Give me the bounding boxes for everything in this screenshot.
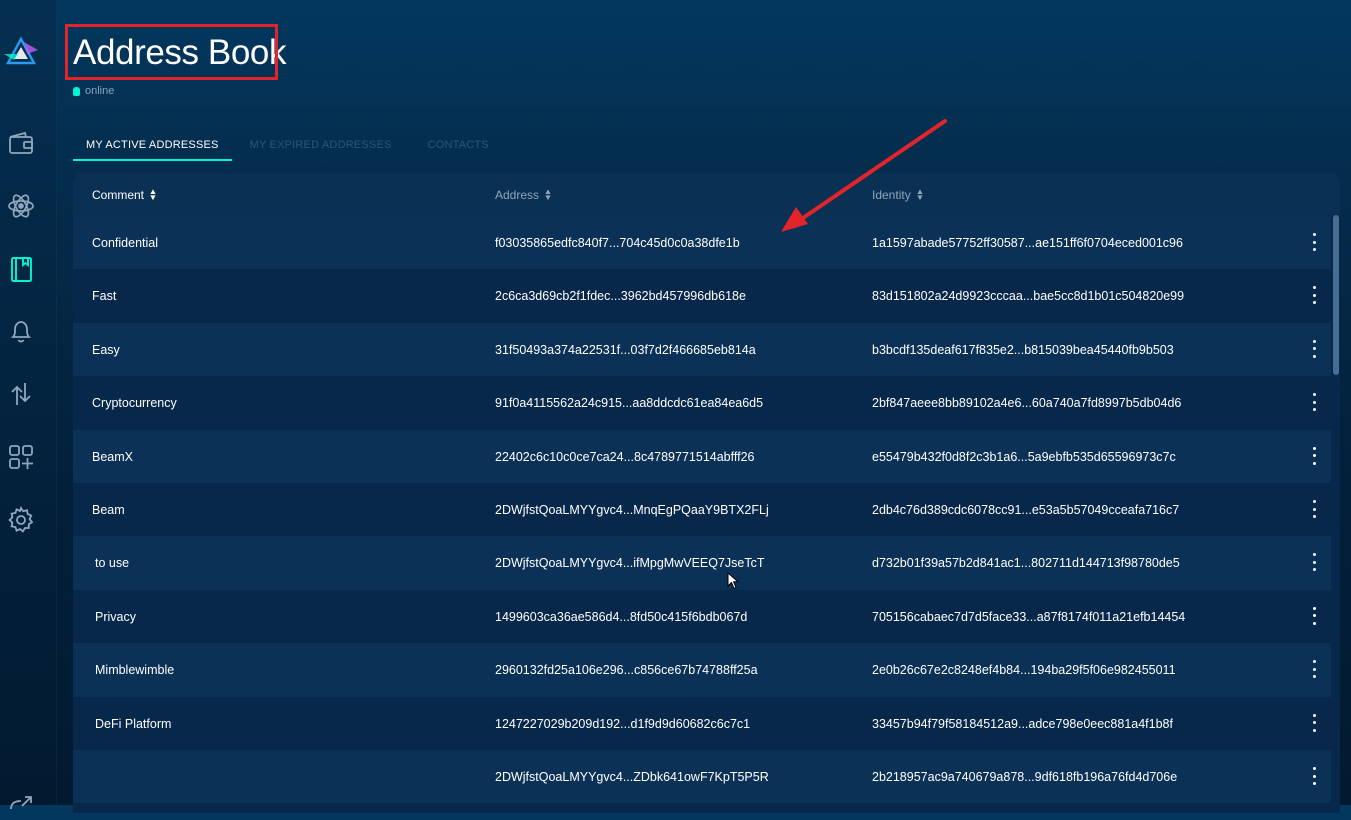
cell-address: 1247227029b209d192...d1f9d9d60682c6c7c1 <box>495 716 751 731</box>
cell-address: 2DWjfstQoaLMYYgvc4...ZDbk641owF7KpT5P5R <box>495 770 769 784</box>
transfer-arrows-icon[interactable] <box>6 379 36 409</box>
beam-logo-icon[interactable] <box>4 36 38 66</box>
cell-comment: Beam <box>92 503 125 517</box>
column-header-label: Address <box>495 188 540 202</box>
cell-address: 91f0a4115562a24c915...aa8ddcdc61ea84ea6d… <box>495 396 764 411</box>
address-book-icon[interactable] <box>6 254 36 284</box>
sidebar <box>0 0 57 810</box>
row-menu-icon[interactable] <box>1308 713 1320 732</box>
connection-status: online <box>73 85 114 97</box>
external-link-icon[interactable] <box>6 790 36 820</box>
cell-identity: 705156cabaec7d7d5face33...a87f8174f011a2… <box>872 609 1186 624</box>
row-menu-icon[interactable] <box>1308 339 1320 358</box>
table-row[interactable]: Fast 2c6ca3d69cb2f1fdec...3962bd457996db… <box>73 269 1331 323</box>
cell-comment: Fast <box>92 289 117 304</box>
row-menu-icon[interactable] <box>1308 767 1320 785</box>
cell-identity: 2db4c76d389cdc6078cc91...e53a5b57049ccea… <box>872 503 1180 517</box>
cell-address: 1499603ca36ae586d4...8fd50c415f6bdb067d <box>495 609 748 624</box>
cell-comment: Privacy <box>95 609 136 624</box>
sort-icon: ▲ ▼ <box>148 187 158 202</box>
row-menu-icon[interactable] <box>1308 500 1320 518</box>
sort-icon: ▲ ▼ <box>543 187 553 202</box>
bell-icon[interactable] <box>6 316 36 346</box>
row-menu-icon[interactable] <box>1308 393 1320 412</box>
address-table: Comment ▲ ▼ Address ▲ ▼ Identity ▲ ▼ Confid… <box>73 173 1340 813</box>
row-menu-icon[interactable] <box>1308 233 1320 251</box>
cell-comment: Easy <box>92 342 120 357</box>
row-menu-icon[interactable] <box>1308 553 1320 572</box>
cell-identity: 33457b94f79f58184512a9...adce798e0eec881… <box>872 716 1173 731</box>
cell-identity: 83d151802a24d9923cccaa...bae5cc8d1b01c50… <box>872 289 1185 304</box>
table-header: Comment ▲ ▼ Address ▲ ▼ Identity ▲ ▼ <box>73 173 1340 216</box>
table-row[interactable]: BeamX 22402c6c10c0ce7ca24...8c4789771514… <box>73 429 1331 483</box>
table-row[interactable]: 2DWjfstQoaLMYYgvc4...ZDbk641owF7KpT5P5R … <box>73 750 1331 804</box>
tab-contacts[interactable]: CONTACTS <box>410 139 507 159</box>
apps-add-icon[interactable] <box>6 442 36 472</box>
cell-comment: Mimblewimble <box>95 663 175 678</box>
cell-comment: BeamX <box>92 449 133 464</box>
wallet-icon[interactable] <box>6 128 36 158</box>
mouse-cursor-icon <box>727 572 739 590</box>
cell-identity: b3bcdf135deaf617f835e2...b815039bea45440… <box>872 342 1174 357</box>
cell-identity: 2e0b26c67e2c8248ef4b84...194ba29f5f06e98… <box>872 663 1176 678</box>
cell-address: 22402c6c10c0ce7ca24...8c4789771514abfff2… <box>495 449 755 464</box>
table-row[interactable]: DeFi Platform 1247227029b209d192...d1f9d… <box>73 696 1331 750</box>
row-menu-icon[interactable] <box>1308 286 1320 305</box>
cell-address: 31f50493a374a22531f...03f7d2f466685eb814… <box>495 342 756 357</box>
title-annotation-box <box>65 24 278 80</box>
cell-address: 2DWjfstQoaLMYYgvc4...ifMpgMwVEEQ7JseTcT <box>495 556 765 571</box>
sort-icon: ▲ ▼ <box>915 187 925 202</box>
tab-my-expired-addresses[interactable]: MY EXPIRED ADDRESSES <box>232 139 410 159</box>
cell-comment: to use <box>95 556 130 571</box>
table-row[interactable]: Cryptocurrency 91f0a4115562a24c915...aa8… <box>73 376 1331 430</box>
cell-address: f03035865edfc840f7...704c45d0c0a38dfe1b <box>495 236 740 250</box>
cell-comment: DeFi Platform <box>95 716 172 731</box>
tab-bar: MY ACTIVE ADDRESSES MY EXPIRED ADDRESSES… <box>73 139 507 161</box>
row-menu-icon[interactable] <box>1308 606 1320 625</box>
table-row[interactable]: Privacy 1499603ca36ae586d4...8fd50c415f6… <box>73 589 1331 644</box>
row-menu-icon[interactable] <box>1308 446 1320 465</box>
table-row[interactable]: Mimblewimble 2960132fd25a106e296...c856c… <box>73 643 1331 697</box>
table-scrollbar[interactable] <box>1333 215 1339 375</box>
cell-identity: 2b218957ac9a740679a878...9df618fb196a76f… <box>872 770 1178 784</box>
status-text: online <box>85 85 115 97</box>
cell-address: 2DWjfstQoaLMYYgvc4...MnqEgPQaaY9BTX2FLj <box>495 503 769 517</box>
cell-comment: Confidential <box>92 236 159 250</box>
cell-identity: 2bf847aeee8bb89102a4e6...60a740a7fd8997b… <box>872 396 1182 411</box>
table-row[interactable]: to use 2DWjfstQoaLMYYgvc4...ifMpgMwVEEQ7… <box>73 536 1331 590</box>
cell-address: 2960132fd25a106e296...c856ce67b74788ff25… <box>495 663 758 678</box>
column-header-label: Identity <box>872 188 911 202</box>
cell-identity: e55479b432f0d8f2c3b1a6...5a9ebfb535d6559… <box>872 449 1176 464</box>
cell-identity: d732b01f39a57b2d841ac1...802711d144713f9… <box>872 556 1180 571</box>
column-header-comment[interactable]: Comment ▲ ▼ <box>92 187 158 203</box>
row-menu-icon[interactable] <box>1308 660 1320 679</box>
lock-icon <box>73 86 80 96</box>
cell-comment: Cryptocurrency <box>92 396 177 411</box>
column-header-identity[interactable]: Identity ▲ ▼ <box>872 187 925 203</box>
table-row[interactable]: Confidential f03035865edfc840f7...704c45… <box>73 216 1331 270</box>
cell-address: 2c6ca3d69cb2f1fdec...3962bd457996db618e <box>495 289 746 304</box>
tab-my-active-addresses[interactable]: MY ACTIVE ADDRESSES <box>73 139 232 161</box>
cell-identity: 1a1597abade57752ff30587...ae151ff6f0704e… <box>872 236 1183 250</box>
column-header-label: Comment <box>92 188 145 202</box>
atom-icon[interactable] <box>6 191 36 221</box>
table-row[interactable]: Beam 2DWjfstQoaLMYYgvc4...MnqEgPQaaY9BTX… <box>73 483 1331 537</box>
column-header-address[interactable]: Address ▲ ▼ <box>495 187 553 203</box>
gear-icon[interactable] <box>6 505 36 535</box>
table-row[interactable]: Easy 31f50493a374a22531f...03f7d2f466685… <box>73 322 1331 377</box>
